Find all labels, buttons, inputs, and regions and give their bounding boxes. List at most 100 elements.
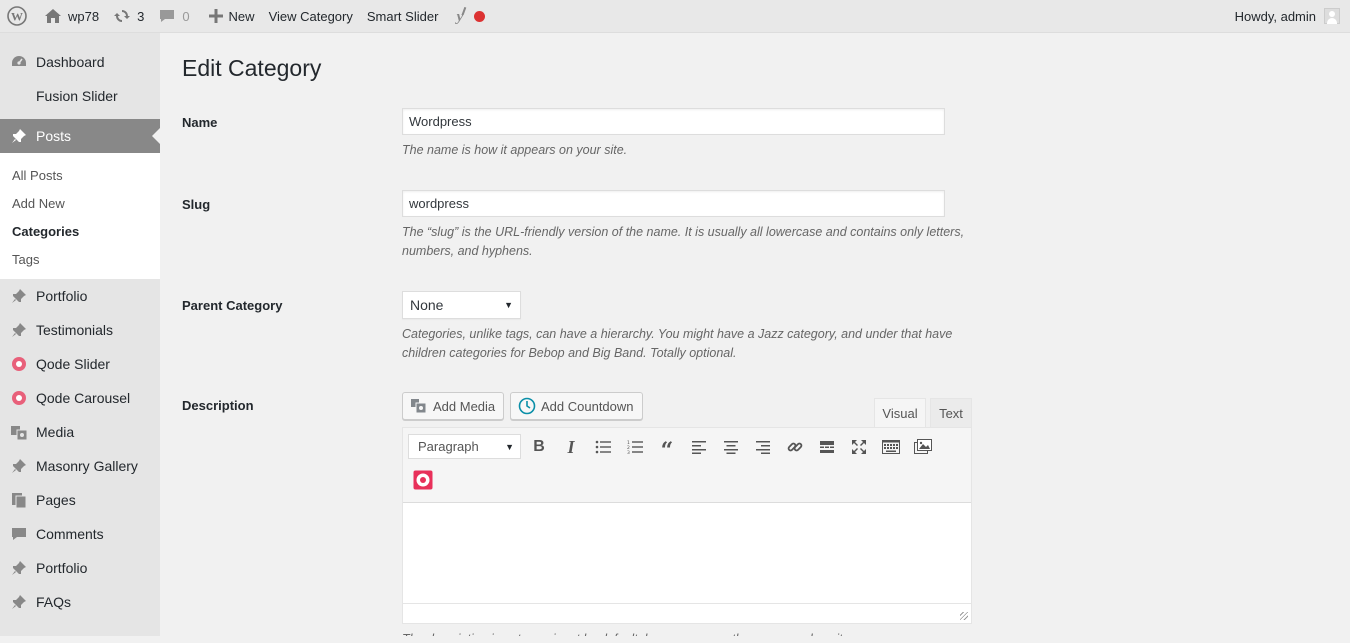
smart-slider-link[interactable]: Smart Slider [360,0,446,33]
slug-input[interactable]: wordpress [402,190,945,217]
menu-dashboard[interactable]: Dashboard [0,45,160,79]
page-title: Edit Category [182,55,322,81]
image-gallery-icon [914,439,932,454]
comments-count: 0 [182,8,190,24]
fullscreen-icon [852,440,866,454]
new-label: New [228,8,255,24]
dashboard-icon [9,52,29,72]
seo-status-dot [474,10,486,22]
yoast-icon: y [452,7,468,25]
menu-pages-label: Pages [36,492,76,508]
align-right-button[interactable] [751,435,775,459]
submenu-categories[interactable]: Categories [0,217,160,245]
new-content-link[interactable]: New [197,0,262,33]
parent-category-select[interactable]: None ▼ [402,291,521,319]
svg-text:3: 3 [627,450,630,454]
read-more-button[interactable] [815,435,839,459]
editor-status-bar [403,603,971,623]
submenu-all-posts[interactable]: All Posts [0,161,160,189]
smart-slider-editor-button[interactable] [412,469,434,491]
menu-faqs[interactable]: FAQs [0,585,160,619]
wordpress-logo-menu[interactable]: W [0,0,34,33]
menu-posts-label: Posts [36,128,72,144]
add-countdown-label: Add Countdown [541,398,634,414]
menu-testimonials-label: Testimonials [36,322,114,338]
menu-portfolio-2-label: Portfolio [36,560,88,576]
updates-link[interactable]: 3 [106,0,151,33]
menu-portfolio-2[interactable]: Portfolio [0,551,160,585]
site-name-link[interactable]: wp78 [34,0,106,33]
chevron-down-icon: ▼ [505,441,514,452]
add-media-button[interactable]: Add Media [402,392,505,420]
comment-icon [158,8,176,24]
name-label: Name [182,115,218,130]
tab-text[interactable]: Text [930,398,972,427]
menu-qode-slider-label: Qode Slider [36,356,110,372]
smart-slider-icon [413,470,433,490]
menu-portfolio[interactable]: Portfolio [0,279,160,313]
view-category-link[interactable]: View Category [262,0,360,33]
slug-label: Slug [182,197,211,212]
pin-icon [9,126,29,146]
bullet-list-icon [595,440,611,454]
resize-handle-icon[interactable] [960,612,968,620]
insert-image-button[interactable] [911,435,935,459]
my-account-menu[interactable]: Howdy, admin [1228,0,1350,33]
clock-icon [518,397,536,415]
name-input[interactable]: Wordpress [402,108,945,135]
qode-icon [9,354,29,374]
menu-posts[interactable]: Posts [0,119,160,153]
bullet-list-button[interactable] [591,435,615,459]
italic-button[interactable]: I [559,435,583,459]
blockquote-button[interactable]: “ [655,435,679,462]
home-icon [44,8,62,24]
posts-submenu: All Posts Add New Categories Tags [0,153,160,279]
align-center-button[interactable] [719,435,743,459]
description-label: Description [182,398,254,413]
menu-portfolio-label: Portfolio [36,288,88,304]
menu-masonry-gallery[interactable]: Masonry Gallery [0,449,160,483]
keyboard-icon [882,440,900,454]
fullscreen-button[interactable] [847,435,871,459]
menu-fusion-slider-label: Fusion Slider [36,88,118,104]
menu-pages[interactable]: Pages [0,483,160,517]
italic-icon: I [567,436,575,457]
format-select[interactable]: Paragraph ▼ [408,434,521,459]
site-name: wp78 [68,8,100,24]
add-media-label: Add Media [433,398,496,414]
main-content: Edit Category Name Wordpress The name is… [160,33,1350,636]
read-more-icon [820,441,834,453]
menu-media[interactable]: Media [0,415,160,449]
yoast-seo-menu[interactable]: y [445,0,492,33]
menu-qode-slider[interactable]: Qode Slider [0,347,160,381]
menu-fusion-slider[interactable]: Fusion Slider [0,79,160,113]
comment-icon [9,524,29,544]
admin-sidebar: Dashboard Fusion Slider Posts All Posts … [0,33,160,636]
bold-icon: B [533,438,545,455]
comments-link[interactable]: 0 [151,0,196,33]
editor-toolbar: Paragraph ▼ B I 123 “ [403,428,971,503]
bold-button[interactable]: B [527,435,551,459]
insert-link-button[interactable] [783,435,807,459]
menu-testimonials[interactable]: Testimonials [0,313,160,347]
numbered-list-icon: 123 [627,440,643,454]
description-editor: Paragraph ▼ B I 123 “ [402,427,972,624]
numbered-list-button[interactable]: 123 [623,435,647,459]
parent-category-label: Parent Category [182,298,283,313]
menu-comments[interactable]: Comments [0,517,160,551]
menu-faqs-label: FAQs [36,594,72,610]
submenu-add-new[interactable]: Add New [0,189,160,217]
submenu-tags[interactable]: Tags [0,245,160,273]
svg-text:W: W [11,10,23,24]
toolbar-toggle-button[interactable] [879,435,903,459]
plus-icon [208,9,223,23]
tab-visual[interactable]: Visual [874,398,926,427]
align-left-button[interactable] [687,435,711,459]
avatar [1324,8,1340,24]
add-countdown-button[interactable]: Add Countdown [510,392,643,420]
svg-text:y: y [455,9,464,25]
menu-qode-carousel[interactable]: Qode Carousel [0,381,160,415]
chevron-down-icon: ▼ [504,300,513,310]
howdy-text: Howdy, admin [1234,8,1316,24]
description-textarea[interactable] [403,503,971,603]
